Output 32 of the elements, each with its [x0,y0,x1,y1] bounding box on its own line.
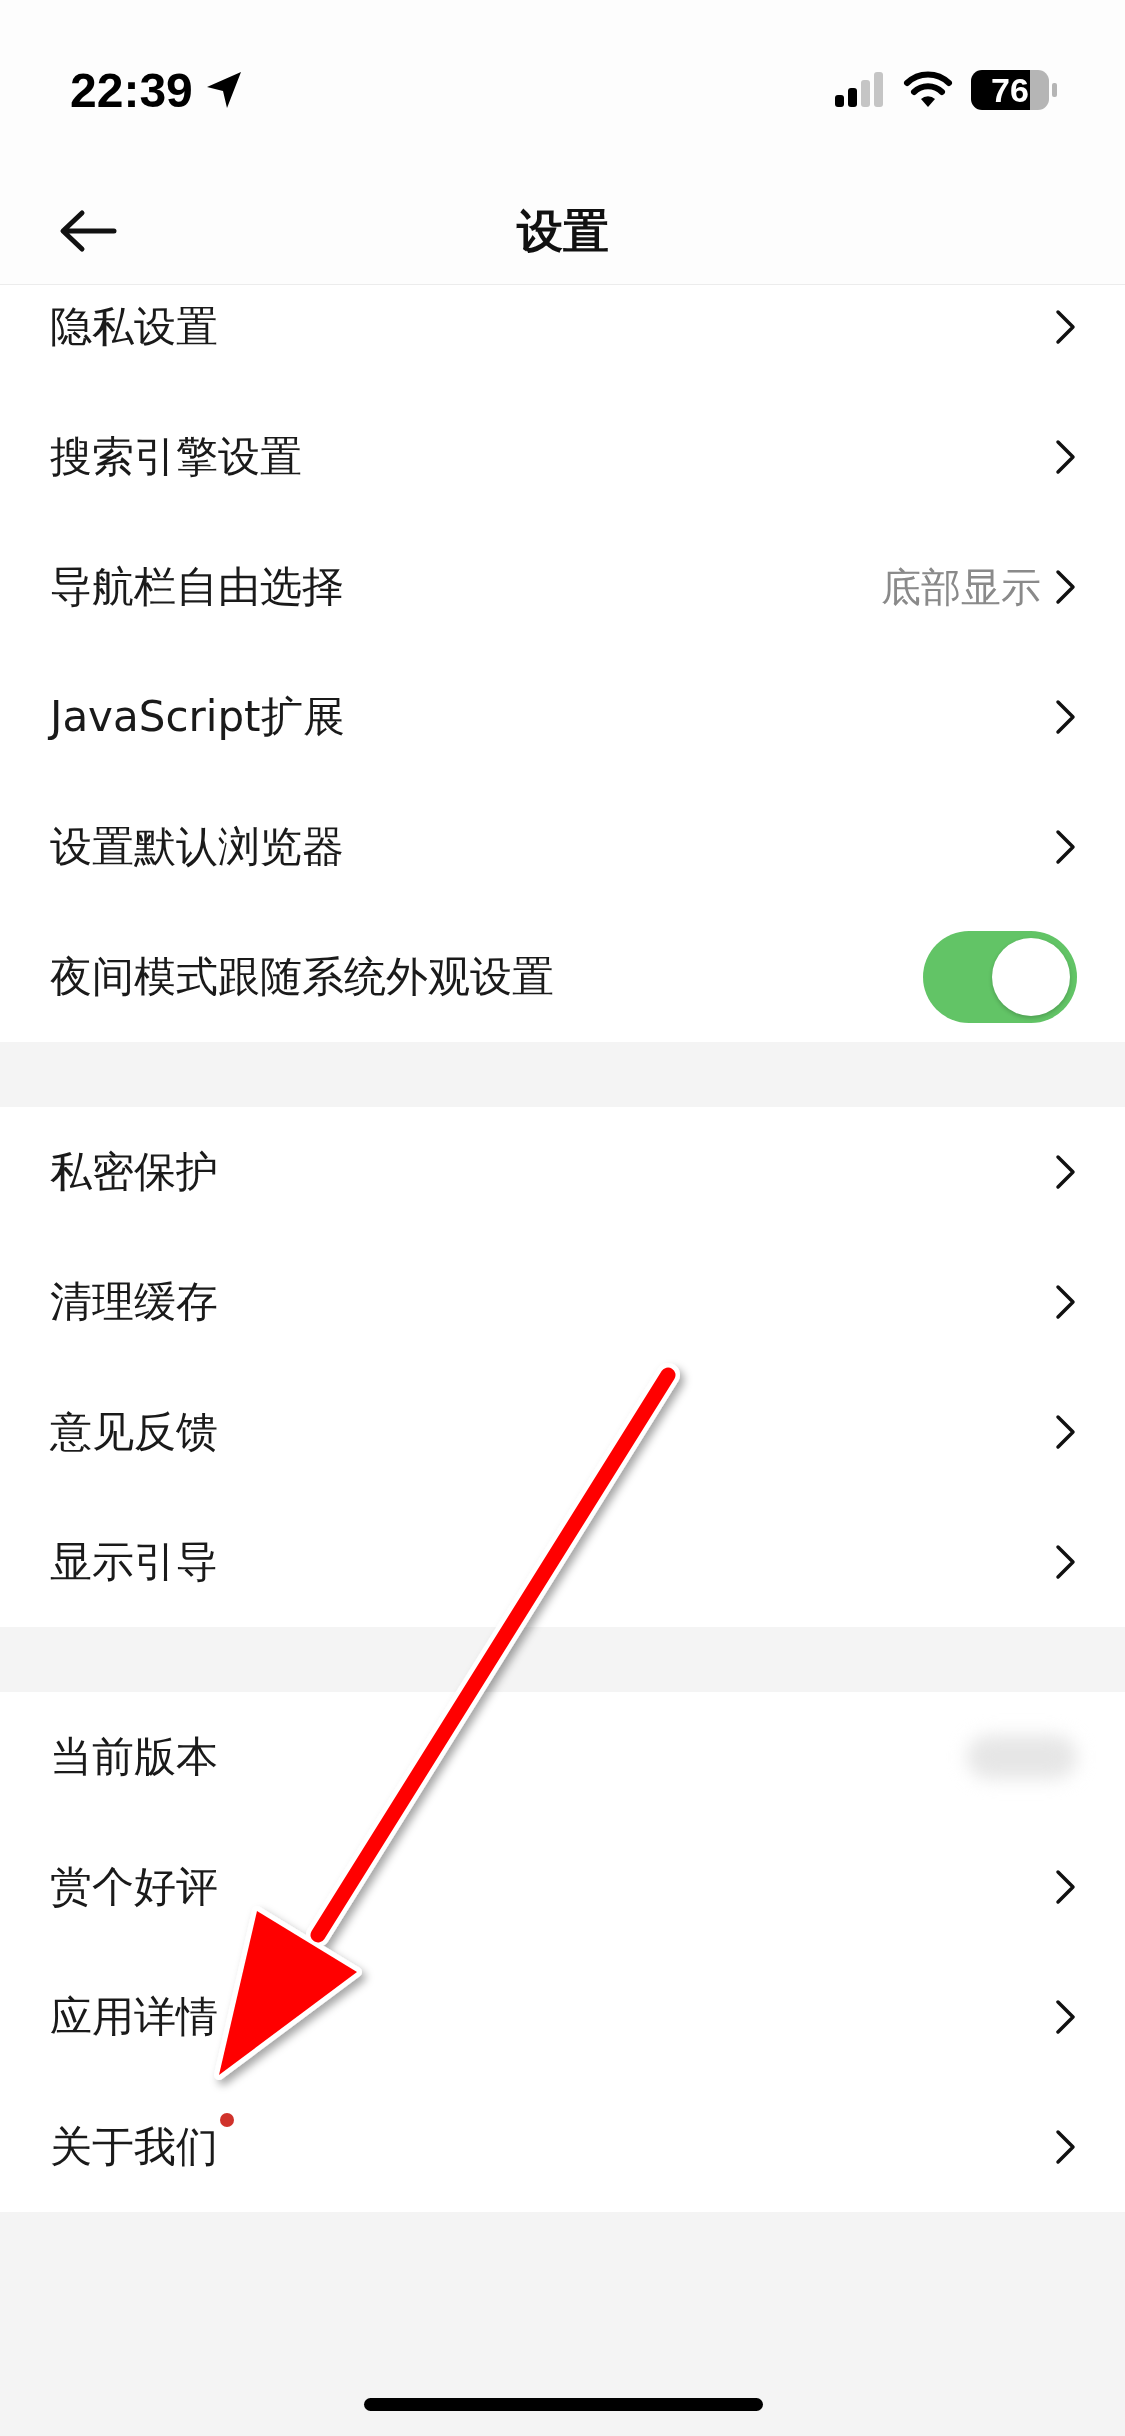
chevron-right-icon [1055,1284,1077,1320]
setting-label[interactable]: 导航栏自由选择 [50,559,344,615]
row-value: 底部显示 [881,562,1041,612]
chevron-right-icon [1055,829,1077,865]
chevron-right-icon [1055,1414,1077,1450]
chevron-right-icon [1055,1544,1077,1580]
chevron-right-icon [1055,699,1077,735]
battery-tip-icon [1052,83,1057,97]
chevron-right-icon [1055,1999,1077,2035]
chevron-right-icon [1055,2129,1077,2165]
signal-icon [835,71,885,109]
chevron-right-icon [1055,309,1077,345]
setting-label[interactable]: 应用详情 [50,1989,218,2045]
setting-label[interactable]: 清理缓存 [50,1274,218,1330]
chevron-right-icon [1055,1869,1077,1905]
setting-label[interactable]: 赏个好评 [50,1859,218,1915]
status-time: 22:39 [70,62,193,118]
setting-label[interactable]: 设置默认浏览器 [50,819,344,875]
setting-label[interactable]: 隐私设置 [50,299,218,355]
chevron-right-icon [1055,1154,1077,1190]
setting-label[interactable]: 关于我们 [50,2119,218,2175]
setting-label[interactable]: 意见反馈 [50,1404,218,1460]
setting-label[interactable]: 显示引导 [50,1534,218,1590]
setting-label[interactable]: 夜间模式跟随系统外观设置 [50,949,554,1005]
wifi-icon [903,71,953,109]
battery-level: 76 [971,70,1049,110]
setting-label[interactable]: 当前版本 [50,1729,218,1785]
page-title: 设置 [516,203,609,260]
chevron-right-icon [1055,439,1077,475]
setting-label[interactable]: 搜索引擎设置 [50,429,302,485]
setting-label[interactable]: 私密保护 [50,1144,218,1200]
chevron-right-icon [1055,569,1077,605]
